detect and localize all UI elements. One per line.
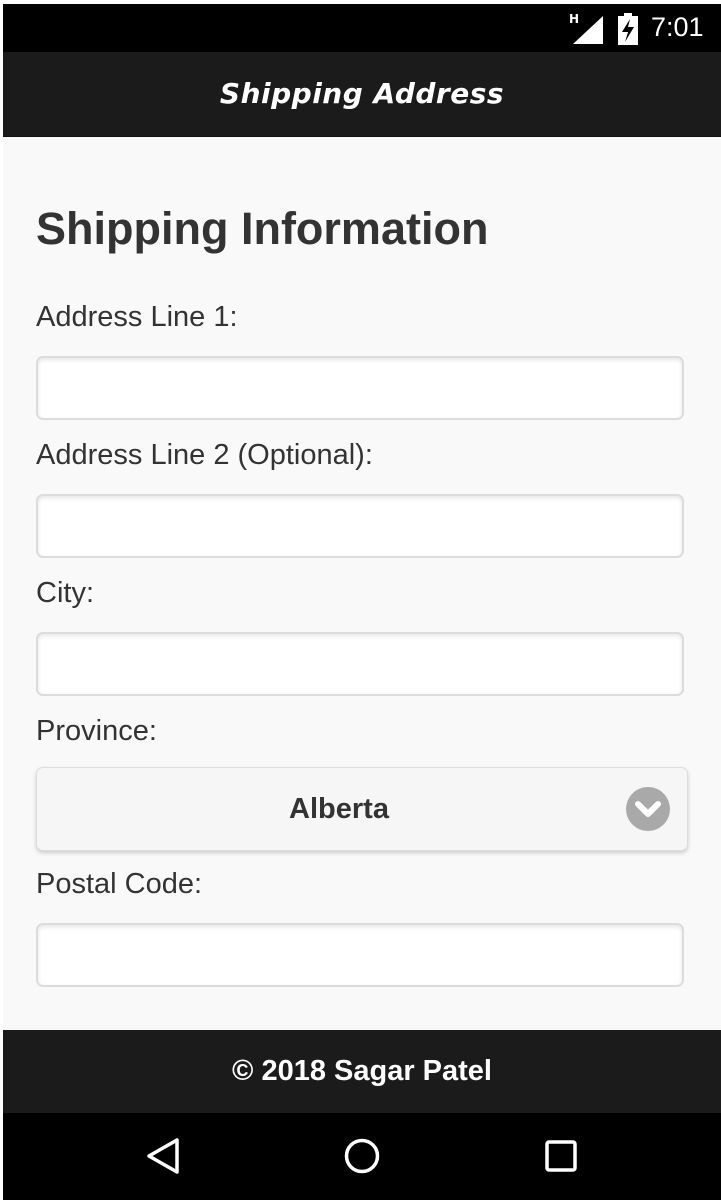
footer: © 2018 Sagar Patel — [3, 1030, 721, 1113]
address-line1-label: Address Line 1: — [36, 301, 238, 333]
section-heading: Shipping Information — [36, 203, 489, 254]
status-bar: H 7:01 — [3, 4, 721, 52]
home-icon[interactable] — [337, 1131, 387, 1181]
city-input[interactable] — [36, 632, 684, 696]
province-select[interactable]: Alberta — [36, 767, 688, 851]
signal-indicator: H — [569, 12, 603, 44]
postal-code-input[interactable] — [36, 923, 684, 987]
copyright-text: © 2018 Sagar Patel — [232, 1055, 492, 1087]
province-label: Province: — [36, 715, 157, 747]
page-title: Shipping Address — [219, 77, 505, 110]
chevron-down-icon — [626, 787, 670, 831]
city-label: City: — [36, 577, 94, 609]
app-header: Shipping Address — [3, 52, 721, 137]
postal-code-label: Postal Code: — [36, 868, 203, 900]
address-line2-input[interactable] — [36, 494, 684, 558]
address-line1-input[interactable] — [36, 356, 684, 420]
province-selected-value: Alberta — [289, 793, 389, 825]
shipping-form: Shipping Information Address Line 1: Add… — [3, 137, 721, 1030]
address-line2-label: Address Line 2 (Optional): — [36, 439, 373, 471]
navigation-bar — [3, 1113, 721, 1200]
recents-icon[interactable] — [536, 1131, 586, 1181]
network-type-label: H — [569, 12, 580, 26]
clock: 7:01 — [651, 12, 704, 42]
battery-charging-icon — [617, 13, 639, 45]
phone-screen: H 7:01 Shipping Address Shipping Informa… — [3, 4, 721, 1200]
back-icon[interactable] — [139, 1131, 189, 1181]
